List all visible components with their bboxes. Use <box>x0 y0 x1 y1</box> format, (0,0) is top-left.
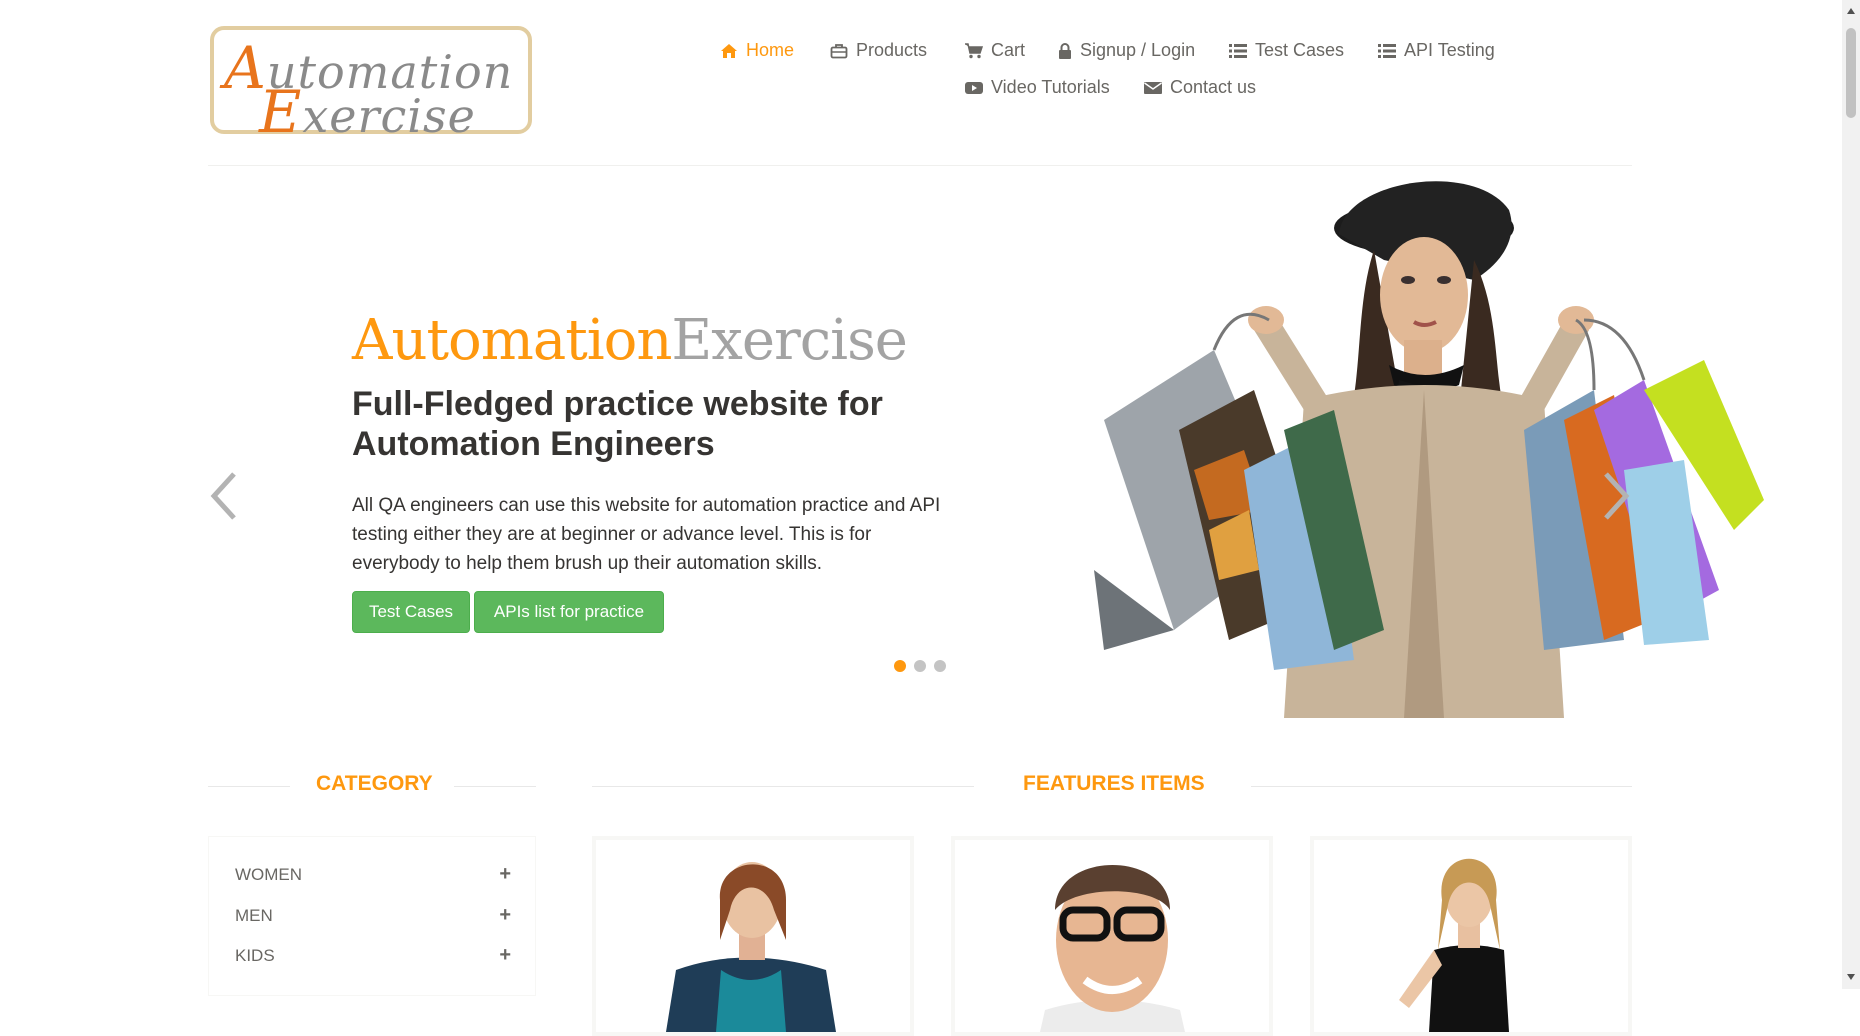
product-card[interactable] <box>592 836 914 1036</box>
nav-signup-label: Signup / Login <box>1080 40 1196 60</box>
slider-indicators <box>894 660 946 672</box>
nav-home[interactable]: Home <box>720 40 794 61</box>
slide-brand-title: AutomationExercise <box>352 308 908 373</box>
list-icon <box>1378 43 1396 58</box>
category-men-label: MEN <box>235 905 273 925</box>
scroll-down-arrow-icon[interactable] <box>1846 972 1856 982</box>
envelope-icon <box>1144 81 1162 94</box>
scroll-up-arrow-icon[interactable] <box>1846 6 1856 16</box>
product-card[interactable] <box>1310 836 1632 1036</box>
nav-video-label: Video Tutorials <box>991 77 1110 97</box>
nav-cart[interactable]: Cart <box>965 40 1025 61</box>
category-title-line-left <box>208 786 290 787</box>
page-scrollbar[interactable] <box>1842 0 1860 989</box>
category-title-line-right <box>454 786 536 787</box>
test-cases-button[interactable]: Test Cases <box>352 591 470 633</box>
apis-list-button[interactable]: APIs list for practice <box>474 591 664 633</box>
features-title-line-left <box>592 786 974 787</box>
category-men[interactable]: MEN + <box>235 904 511 927</box>
slide-indicator-3[interactable] <box>934 660 946 672</box>
nav-contact-label: Contact us <box>1170 77 1257 97</box>
hero-girl-image <box>1094 181 1764 718</box>
category-title: CATEGORY <box>316 772 433 795</box>
slide-indicator-1[interactable] <box>894 660 906 672</box>
cart-icon <box>965 42 983 58</box>
nav-video-tutorials[interactable]: Video Tutorials <box>965 77 1110 98</box>
product-image-man <box>1040 865 1185 1032</box>
features-title: FEATURES ITEMS <box>1023 772 1205 795</box>
nav-test-cases[interactable]: Test Cases <box>1229 40 1344 61</box>
category-kids-label: KIDS <box>235 945 275 965</box>
slide-description: All QA engineers can use this website fo… <box>352 495 941 574</box>
header-divider <box>208 165 1632 166</box>
briefcase-icon <box>830 43 848 58</box>
category-women[interactable]: WOMEN + <box>235 863 511 886</box>
plus-icon[interactable]: + <box>499 944 511 967</box>
nav-products[interactable]: Products <box>830 40 927 61</box>
nav-cart-label: Cart <box>991 40 1026 60</box>
nav-api-testing[interactable]: API Testing <box>1378 40 1495 61</box>
nav-test-cases-label: Test Cases <box>1255 40 1345 60</box>
page-container: Automation Exercise Automation Exercise … <box>208 0 1764 1036</box>
slider-next-arrow-icon[interactable] <box>1598 470 1632 522</box>
product-card[interactable] <box>951 836 1273 1036</box>
slider-prev-arrow-icon[interactable] <box>208 470 242 522</box>
category-kids[interactable]: KIDS + <box>235 944 511 967</box>
home-icon <box>721 43 737 58</box>
slide-heading: Full-Fledged practice website for Automa… <box>352 385 883 463</box>
lock-icon <box>1059 42 1071 59</box>
nav-products-label: Products <box>856 40 928 60</box>
youtube-play-icon <box>965 81 983 94</box>
nav-home-label: Home <box>746 40 795 60</box>
features-title-line-right <box>1251 786 1632 787</box>
nav-contact-us[interactable]: Contact us <box>1144 77 1256 98</box>
nav-signup-login[interactable]: Signup / Login <box>1058 40 1195 61</box>
product-image-woman <box>666 862 836 1032</box>
main-nav: Home Products Cart Signup / Login Test C… <box>208 0 1632 120</box>
plus-icon[interactable]: + <box>499 904 511 927</box>
product-image-girl <box>1399 858 1509 1032</box>
slide-indicator-2[interactable] <box>914 660 926 672</box>
list-icon <box>1229 43 1247 58</box>
plus-icon[interactable]: + <box>499 863 511 886</box>
category-panel: WOMEN + MEN + KIDS + <box>208 836 536 996</box>
scrollbar-thumb[interactable] <box>1846 28 1856 118</box>
category-women-label: WOMEN <box>235 864 303 884</box>
nav-api-testing-label: API Testing <box>1404 40 1495 60</box>
